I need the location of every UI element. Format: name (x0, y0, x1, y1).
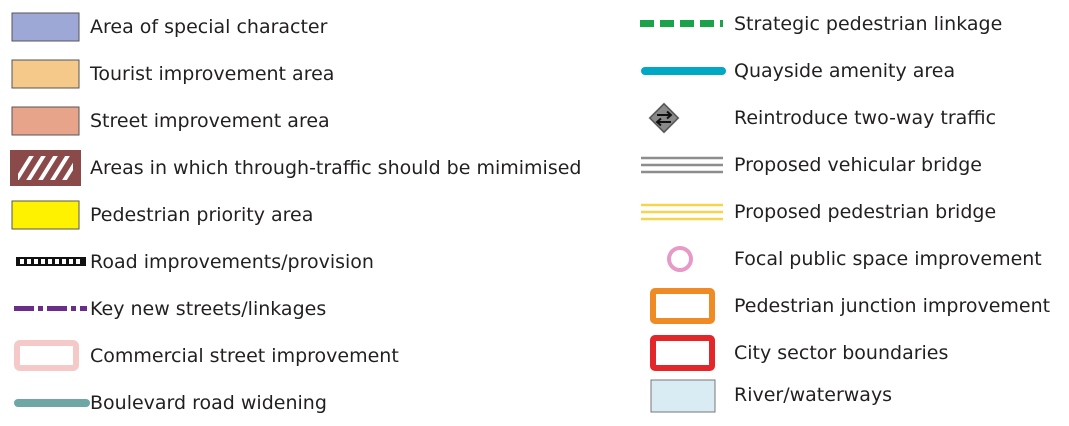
legend-label: Quayside amenity area (734, 59, 956, 82)
legend-label: Commercial street improvement (90, 344, 399, 367)
legend-label: City sector boundaries (734, 341, 949, 364)
street-improvement-swatch (0, 97, 90, 144)
legend-label: Area of special character (90, 15, 328, 38)
legend-item-pedestrian-bridge: Proposed pedestrian bridge (636, 188, 996, 235)
legend-item-strategic-pedestrian: Strategic pedestrian linkage (636, 0, 1002, 47)
legend-label: Pedestrian priority area (90, 203, 314, 226)
pedestrian-bridge-lines-icon (636, 188, 734, 235)
legend-item-city-sector: City sector boundaries (636, 329, 948, 376)
hatched-traffic-swatch (0, 144, 90, 191)
legend-label: Areas in which through-traffic should be… (90, 156, 582, 179)
legend-label: River/waterways (734, 383, 893, 406)
legend-item-commercial: Commercial street improvement (0, 332, 399, 379)
focal-space-ring-icon (636, 235, 734, 282)
legend-item-tourist: Tourist improvement area (0, 50, 334, 97)
legend-label: Reintroduce two-way traffic (734, 106, 997, 129)
legend-item-vehicular-bridge: Proposed vehicular bridge (636, 141, 982, 188)
legend-label: Tourist improvement area (90, 62, 335, 85)
legend-item-special-character: Area of special character (0, 3, 327, 50)
legend-item-through-traffic: Areas in which through-traffic should be… (0, 144, 581, 191)
legend-item-two-way: Reintroduce two-way traffic (636, 94, 996, 141)
city-sector-outline-swatch (636, 329, 734, 376)
legend-item-pedestrian-junction: Pedestrian junction improvement (636, 282, 1050, 329)
quayside-line-icon (636, 47, 734, 94)
legend-label: Strategic pedestrian linkage (734, 12, 1003, 35)
legend-item-pedestrian-priority: Pedestrian priority area (0, 191, 313, 238)
legend-label: Road improvements/provision (90, 250, 374, 273)
legend-item-boulevard: Boulevard road widening (0, 379, 327, 426)
boulevard-line-icon (0, 379, 90, 426)
river-swatch (636, 371, 734, 418)
area-of-special-character-swatch (0, 3, 90, 50)
legend-label: Street improvement area (90, 109, 330, 132)
legend-item-river: River/waterways (636, 371, 892, 418)
legend-label: Proposed vehicular bridge (734, 153, 982, 176)
pedestrian-junction-outline-swatch (636, 282, 734, 329)
tourist-improvement-swatch (0, 50, 90, 97)
legend-item-street-improvement: Street improvement area (0, 97, 330, 144)
green-dashes-icon (636, 0, 734, 47)
legend-label: Pedestrian junction improvement (734, 294, 1051, 317)
legend-item-focal-space: Focal public space improvement (636, 235, 1042, 282)
vehicular-bridge-lines-icon (636, 141, 734, 188)
legend-label: Boulevard road widening (90, 391, 327, 414)
legend-item-key-streets: Key new streets/linkages (0, 285, 326, 332)
commercial-street-outline-swatch (0, 332, 90, 379)
legend-label: Focal public space improvement (734, 247, 1042, 270)
legend-item-road-improvements: Road improvements/provision (0, 238, 374, 285)
road-ladder-line-icon (0, 238, 90, 285)
purple-dashed-line-icon (0, 285, 90, 332)
legend-item-quayside: Quayside amenity area (636, 47, 955, 94)
legend-label: Proposed pedestrian bridge (734, 200, 997, 223)
pedestrian-priority-swatch (0, 191, 90, 238)
two-way-traffic-icon (636, 94, 734, 141)
legend-label: Key new streets/linkages (90, 297, 327, 320)
